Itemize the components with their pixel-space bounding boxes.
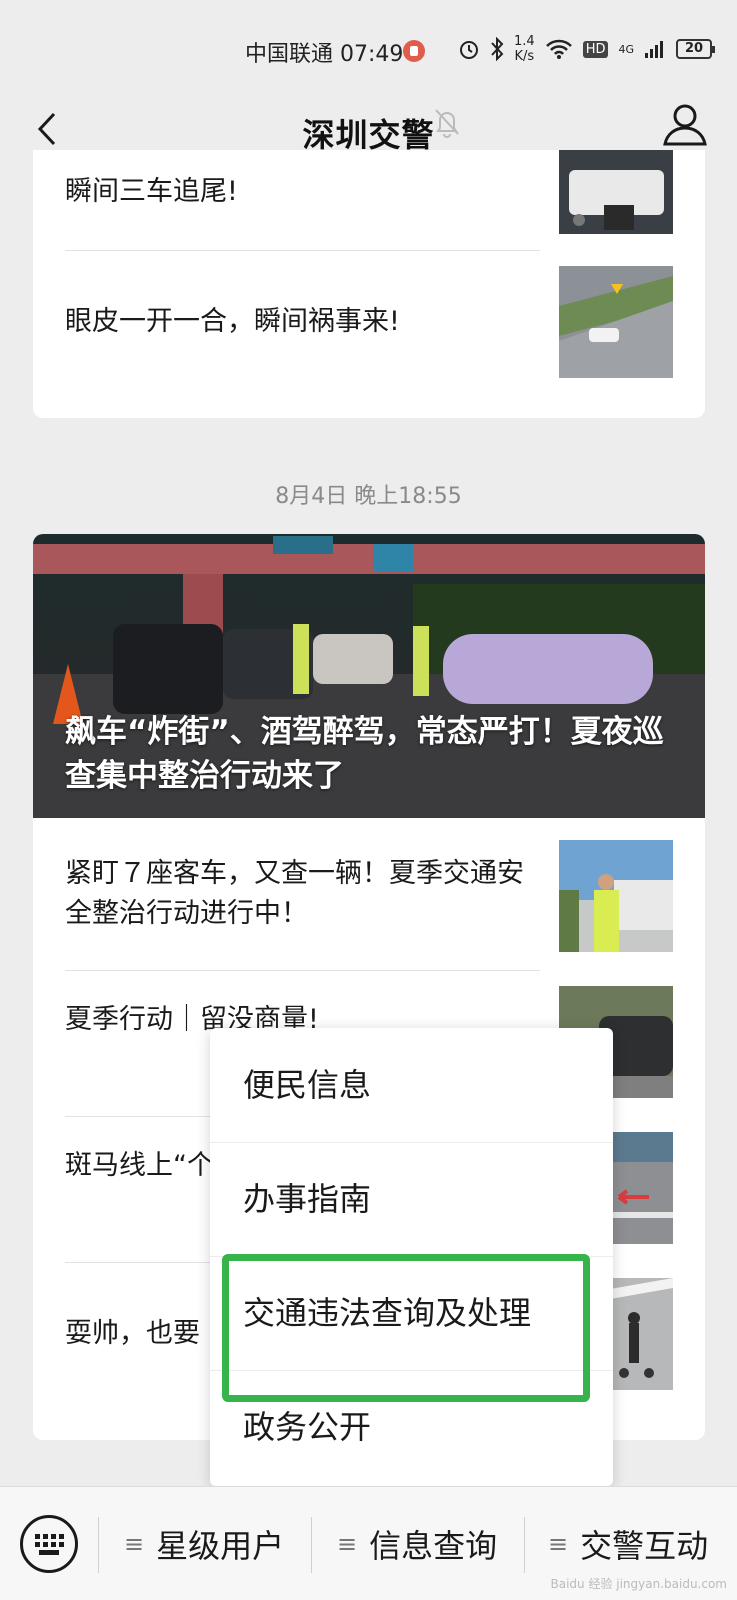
menu-divider	[311, 1517, 312, 1573]
signal-icon	[645, 41, 664, 58]
bottom-menu-bar: ≡ 星级用户 ≡ 信息查询 ≡ 交警互动 Baidu 经验 jingyan.ba…	[0, 1486, 737, 1600]
submenu-item-service-guide[interactable]: 办事指南	[210, 1142, 613, 1256]
article-thumbnail	[559, 840, 673, 952]
highlight-annotation	[222, 1254, 590, 1402]
article-thumbnail	[559, 150, 673, 234]
menu-label: 信息查询	[369, 1527, 498, 1565]
status-icons: 1.4 K/s HD 4G 20	[458, 34, 716, 64]
profile-button[interactable]	[661, 100, 709, 150]
keyboard-icon	[35, 1534, 64, 1555]
bluetooth-icon	[491, 37, 504, 61]
wifi-icon	[545, 39, 572, 59]
hero-title: 飙车“炸街”、酒驾醉驾，常态严打！夏夜巡查集中整治行动来了	[65, 714, 664, 794]
keyboard-toggle-button[interactable]	[20, 1515, 78, 1573]
menu-lines-icon: ≡	[548, 1530, 569, 1558]
article-card-group-1: 瞬间三车追尾! 眼皮一开一合，瞬间祸事来!	[33, 150, 705, 418]
recording-icon	[403, 40, 425, 62]
status-bar: 中国联通 07:49 1.4 K/s HD 4G 20	[0, 0, 737, 90]
alarm-icon	[460, 41, 478, 59]
carrier-time: 中国联通 07:49	[245, 42, 404, 67]
divider	[65, 970, 540, 971]
article-thumbnail	[559, 266, 673, 378]
hero-article[interactable]: 飙车“炸街”、酒驾醉驾，常态严打！夏夜巡查集中整治行动来了	[33, 534, 705, 818]
article-item[interactable]: 眼皮一开一合，瞬间祸事来!	[65, 266, 673, 378]
menu-divider	[524, 1517, 525, 1573]
menu-lines-icon: ≡	[337, 1530, 358, 1558]
net-speed: 1.4 K/s	[514, 34, 535, 64]
menu-label: 交警互动	[580, 1527, 709, 1565]
page-title: 深圳交警	[302, 116, 435, 154]
date-label: 8月4日 晚上18:55	[275, 484, 462, 509]
menu-info-query[interactable]: ≡ 信息查询	[337, 1487, 497, 1600]
signal-label: 4G	[618, 42, 635, 56]
hd-badge: HD	[582, 40, 609, 58]
menu-star-user[interactable]: ≡ 星级用户	[124, 1487, 284, 1600]
divider	[65, 250, 540, 251]
bell-muted-icon	[435, 109, 459, 138]
submenu-item-convenience-info[interactable]: 便民信息	[210, 1028, 613, 1142]
article-item[interactable]: 瞬间三车追尾!	[65, 150, 673, 250]
net-speed-unit: K/s	[514, 49, 535, 64]
menu-label: 星级用户	[156, 1527, 285, 1565]
menu-lines-icon: ≡	[124, 1530, 145, 1558]
net-speed-value: 1.4	[514, 34, 535, 49]
article-item[interactable]: 紧盯７座客车，又查一辆！夏季交通安全整治行动进行中！	[65, 840, 673, 952]
article-title: 瞬间三车追尾!	[65, 176, 238, 207]
article-title: 紧盯７座客车，又查一辆！夏季交通安全整治行动进行中！	[65, 858, 524, 929]
person-icon	[663, 104, 707, 146]
watermark: Baidu 经验 jingyan.baidu.com	[550, 1577, 727, 1591]
menu-divider	[98, 1517, 99, 1573]
article-title: 眼皮一开一合，瞬间祸事来!	[65, 306, 400, 337]
battery-icon: 20	[676, 39, 716, 59]
